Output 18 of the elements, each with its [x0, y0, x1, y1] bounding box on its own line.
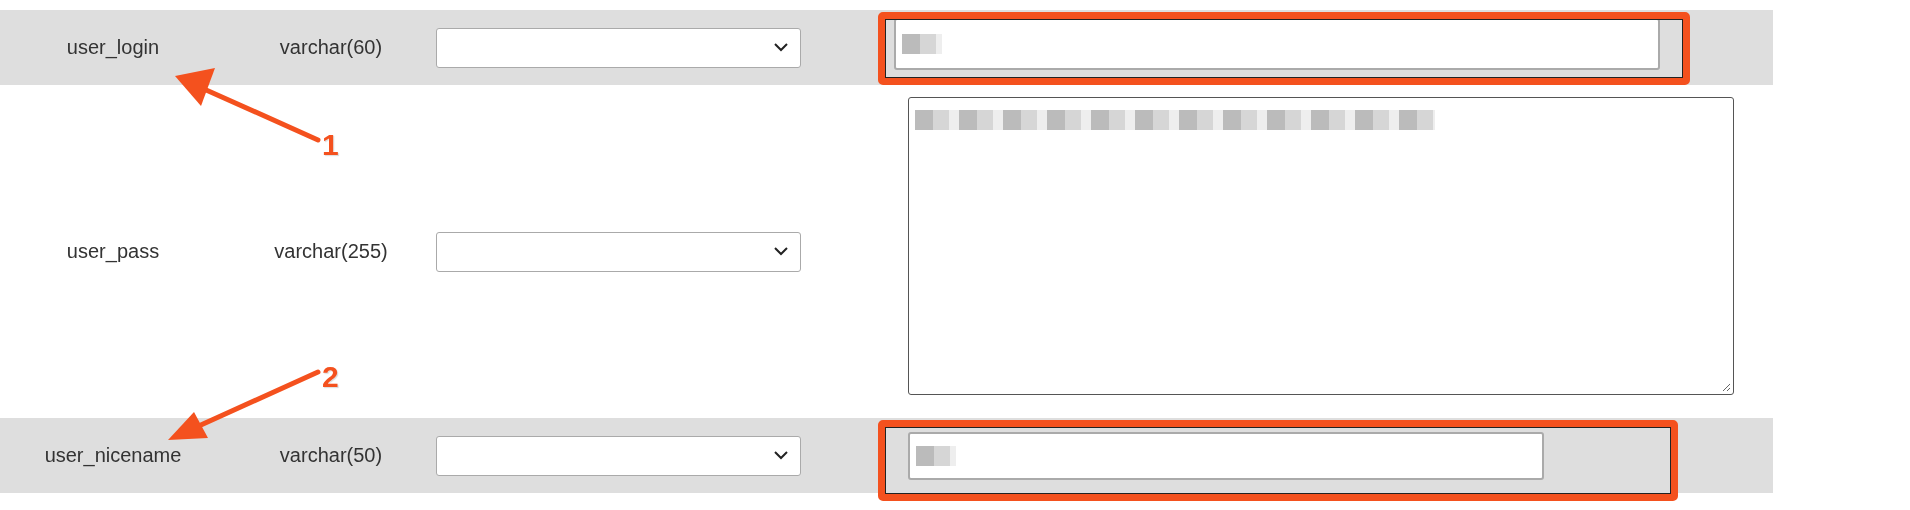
caret-icon: [774, 43, 788, 52]
function-dropdown[interactable]: [436, 27, 801, 68]
column-name: user_nicename: [43, 444, 183, 467]
caret-icon: [774, 451, 788, 460]
column-type: varchar(255): [273, 240, 389, 263]
column-type: varchar(60): [278, 36, 384, 59]
function-dropdown[interactable]: [436, 231, 801, 272]
caret-icon: [774, 247, 788, 256]
annotation-number: 2: [322, 360, 339, 394]
resize-grip-icon: [1721, 382, 1731, 392]
value-input-field[interactable]: [894, 18, 1660, 70]
value-textarea[interactable]: [908, 97, 1734, 395]
function-dropdown[interactable]: [436, 435, 801, 476]
column-name: user_pass: [65, 240, 161, 263]
value-input-field[interactable]: [908, 431, 1544, 480]
column-name: user_login: [65, 36, 161, 59]
annotation-number: 1: [322, 128, 339, 162]
column-type: varchar(50): [278, 444, 384, 467]
